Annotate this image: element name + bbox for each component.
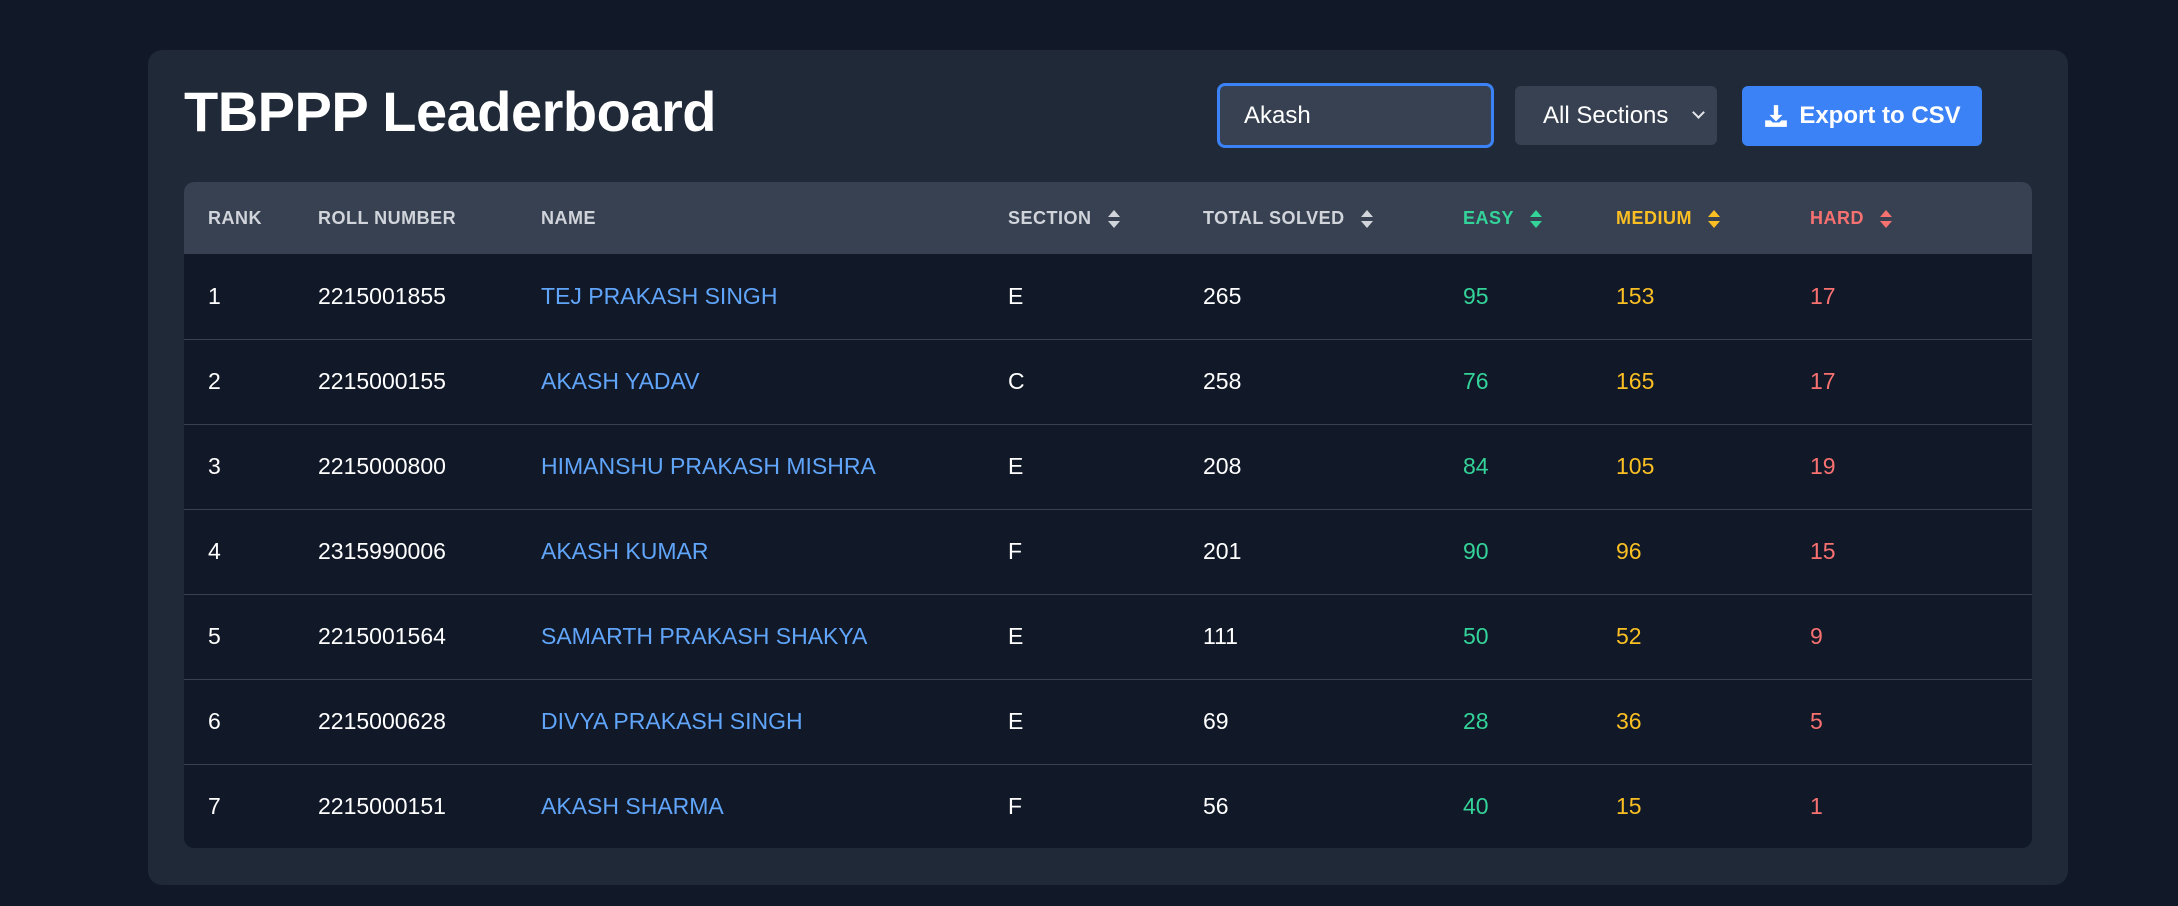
cell-roll-number: 2215000155 <box>318 368 446 394</box>
cell-medium: 36 <box>1616 708 1642 734</box>
table-header-row: RANK ROLL NUMBER NAME SECTION TOTAL SOLV… <box>184 182 2032 254</box>
cell-roll-number: 2215000628 <box>318 708 446 734</box>
cell-easy: 76 <box>1463 368 1489 394</box>
cell-easy: 84 <box>1463 453 1489 479</box>
table-row: 3 2215000800 HIMANSHU PRAKASH MISHRA E 2… <box>184 424 2032 509</box>
cell-roll-number: 2215001564 <box>318 623 446 649</box>
download-icon <box>1765 105 1788 127</box>
cell-roll-number: 2215000151 <box>318 793 446 820</box>
cell-rank: 4 <box>208 538 221 564</box>
col-header-total-solved[interactable]: TOTAL SOLVED <box>1179 182 1439 254</box>
cell-medium: 52 <box>1616 623 1642 649</box>
sort-icon[interactable] <box>1360 209 1373 228</box>
cell-easy: 95 <box>1463 282 1489 309</box>
table-row: 5 2215001564 SAMARTH PRAKASH SHAKYA E 11… <box>184 594 2032 679</box>
cell-section: E <box>1008 708 1024 734</box>
cell-medium: 105 <box>1616 453 1655 479</box>
section-filter-value: All Sections <box>1543 101 1669 129</box>
sort-icon[interactable] <box>1107 209 1120 228</box>
col-header-medium[interactable]: MEDIUM <box>1592 182 1786 254</box>
cell-section: E <box>1008 282 1024 309</box>
cell-medium: 165 <box>1616 368 1655 394</box>
student-name-link[interactable]: AKASH SHARMA <box>517 764 984 848</box>
table-row: 4 2315990006 AKASH KUMAR F 201 90 96 15 <box>184 509 2032 594</box>
cell-hard: 15 <box>1810 538 1836 564</box>
cell-section: E <box>1008 623 1024 649</box>
cell-roll-number: 2215000800 <box>318 453 446 479</box>
cell-medium: 96 <box>1616 538 1642 564</box>
col-header-section[interactable]: SECTION <box>984 182 1179 254</box>
cell-section: F <box>1008 793 1023 820</box>
cell-easy: 40 <box>1463 793 1489 820</box>
cell-total-solved: 111 <box>1203 623 1238 649</box>
cell-rank: 6 <box>208 708 221 734</box>
cell-total-solved: 258 <box>1203 368 1242 394</box>
cell-hard: 1 <box>1810 793 1823 820</box>
cell-medium: 153 <box>1616 282 1655 309</box>
cell-total-solved: 201 <box>1203 538 1242 564</box>
col-header-easy[interactable]: EASY <box>1439 182 1592 254</box>
cell-hard: 5 <box>1810 708 1823 734</box>
export-csv-label: Export to CSV <box>1799 102 1961 129</box>
sort-icon[interactable] <box>1880 209 1892 228</box>
cell-hard: 17 <box>1810 282 1836 309</box>
cell-section: F <box>1008 538 1023 564</box>
chevron-down-icon <box>1692 106 1705 119</box>
cell-total-solved: 56 <box>1203 793 1229 820</box>
sort-icon[interactable] <box>1530 209 1543 228</box>
col-header-name: NAME <box>541 207 596 228</box>
cell-section: E <box>1008 453 1024 479</box>
table-row: 7 2215000151 AKASH SHARMA F 56 40 15 1 <box>184 764 2032 848</box>
student-name-link[interactable]: TEJ PRAKASH SINGH <box>517 254 984 339</box>
student-name-link[interactable]: HIMANSHU PRAKASH MISHRA <box>517 424 984 509</box>
student-name-link[interactable]: SAMARTH PRAKASH SHAKYA <box>517 594 984 679</box>
cell-easy: 50 <box>1463 623 1489 649</box>
cell-rank: 1 <box>208 282 221 309</box>
cell-rank: 5 <box>208 623 221 649</box>
table-row: 6 2215000628 DIVYA PRAKASH SINGH E 69 28… <box>184 679 2032 764</box>
cell-hard: 9 <box>1810 623 1823 649</box>
cell-hard: 17 <box>1810 368 1836 394</box>
cell-rank: 2 <box>208 368 221 394</box>
table-row: 2 2215000155 AKASH YADAV C 258 76 165 17 <box>184 339 2032 424</box>
page-title: TBPPP Leaderboard <box>184 80 716 143</box>
student-name-link[interactable]: DIVYA PRAKASH SINGH <box>517 679 984 764</box>
cell-easy: 28 <box>1463 708 1489 734</box>
cell-roll-number: 2315990006 <box>318 538 446 564</box>
cell-section: C <box>1008 368 1025 394</box>
cell-medium: 15 <box>1616 793 1642 820</box>
sort-icon[interactable] <box>1708 209 1720 228</box>
export-csv-button[interactable]: Export to CSV <box>1742 86 1982 146</box>
section-filter-select[interactable]: All Sections <box>1515 86 1717 145</box>
cell-total-solved: 208 <box>1203 453 1242 479</box>
cell-total-solved: 69 <box>1203 708 1229 734</box>
table-row: 1 2215001855 TEJ PRAKASH SINGH E 265 95 … <box>184 254 2032 339</box>
cell-total-solved: 265 <box>1203 282 1242 309</box>
cell-rank: 3 <box>208 453 221 479</box>
col-header-hard[interactable]: HARD <box>1786 182 2032 254</box>
search-input[interactable] <box>1217 83 1494 148</box>
col-header-roll-number: ROLL NUMBER <box>318 207 457 228</box>
student-name-link[interactable]: AKASH KUMAR <box>517 509 984 594</box>
cell-easy: 90 <box>1463 538 1489 564</box>
leaderboard-card: TBPPP Leaderboard All Sections Export to… <box>148 50 2068 885</box>
cell-rank: 7 <box>208 793 221 820</box>
col-header-rank: RANK <box>208 207 262 228</box>
student-name-link[interactable]: AKASH YADAV <box>517 339 984 424</box>
cell-roll-number: 2215001855 <box>318 282 446 309</box>
cell-hard: 19 <box>1810 453 1836 479</box>
leaderboard-table: RANK ROLL NUMBER NAME SECTION TOTAL SOLV… <box>184 182 2032 848</box>
